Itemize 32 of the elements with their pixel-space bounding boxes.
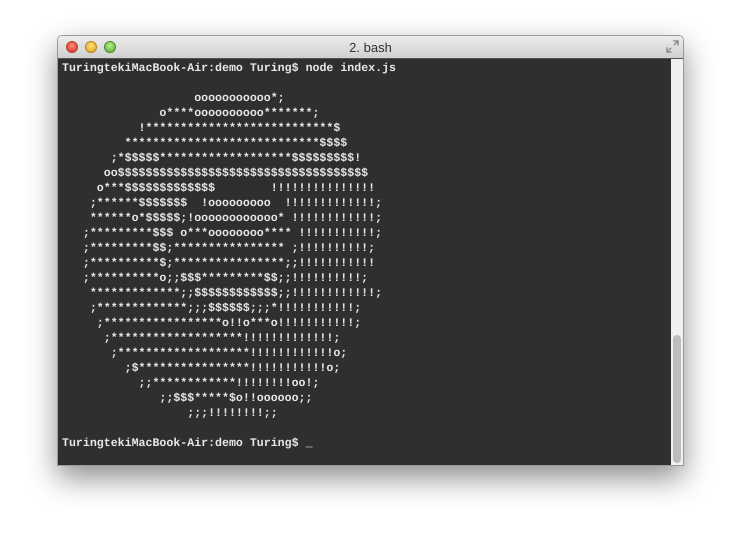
ascii-art-line: ****************************$$$$ [124,137,348,150]
ascii-art-line: ;;;!!!!!!!!;; [186,407,278,420]
minimize-button[interactable] [85,41,97,53]
ascii-art-line: o***$$$$$$$$$$$$$ !!!!!!!!!!!!!!! [96,182,376,195]
ascii-art-line: ;*********$$;**************** ;!!!!!!!!!!; [82,242,376,255]
ascii-art-line: ;*******************!!!!!!!!!!!!o; [110,347,348,360]
ascii-art-line: ;*********$$$ o***oooooooo**** !!!!!!!!!!!; [82,227,382,240]
text-cursor: _ [306,437,313,450]
ascii-art-line: ;**********$;****************;;!!!!!!!!!!! [82,257,376,270]
fullscreen-icon[interactable] [666,40,679,53]
window-title: 2. bash [349,40,392,54]
typed-command: node index.js [306,62,396,75]
ascii-art-line: !***************************$ [138,122,340,135]
scrollbar-thumb[interactable] [673,335,681,463]
ascii-art-line: ******o*$$$$$;!oooooooooooo* !!!!!!!!!!!!; [88,212,382,225]
ascii-art-line: ;;$$$*****$o!!oooooo;; [158,392,312,405]
ascii-art-line: o****oooooooooo*******; [158,107,320,120]
ascii-art-line: ;*$$$$$*******************$$$$$$$$$! [110,152,362,165]
close-button[interactable] [66,41,78,53]
ascii-art-line: ;*************;;;$$$$$$;;;*!!!!!!!!!!!; [88,302,362,315]
ascii-art-line: ;******$$$$$$$ !ooooooooo !!!!!!!!!!!!!; [88,197,382,210]
ascii-art-line: ;*******************!!!!!!!!!!!!!; [102,332,340,345]
ascii-art-line: ;;************!!!!!!!!oo!; [138,377,320,390]
ascii-art-line: *************;;$$$$$$$$$$$$;;!!!!!!!!!!!!; [88,287,382,300]
ascii-art-line: ;**********o;;$$$*********$$;;!!!!!!!!!!; [82,272,368,285]
ascii-art-line: ;$****************!!!!!!!!!!!o; [124,362,340,375]
ascii-art-line: ;*****************o!!o***o!!!!!!!!!!!; [96,317,362,330]
zoom-button[interactable] [104,41,116,53]
ascii-art-line: oo$$$$$$$$$$$$$$$$$$$$$$$$$$$$$$$$$$$$ [102,167,368,180]
shell-prompt: TuringtekiMacBook-Air:demo Turing$ [62,62,299,75]
shell-prompt: TuringtekiMacBook-Air:demo Turing$ [62,437,299,450]
ascii-art-line: ooooooooooo*; [193,92,285,105]
